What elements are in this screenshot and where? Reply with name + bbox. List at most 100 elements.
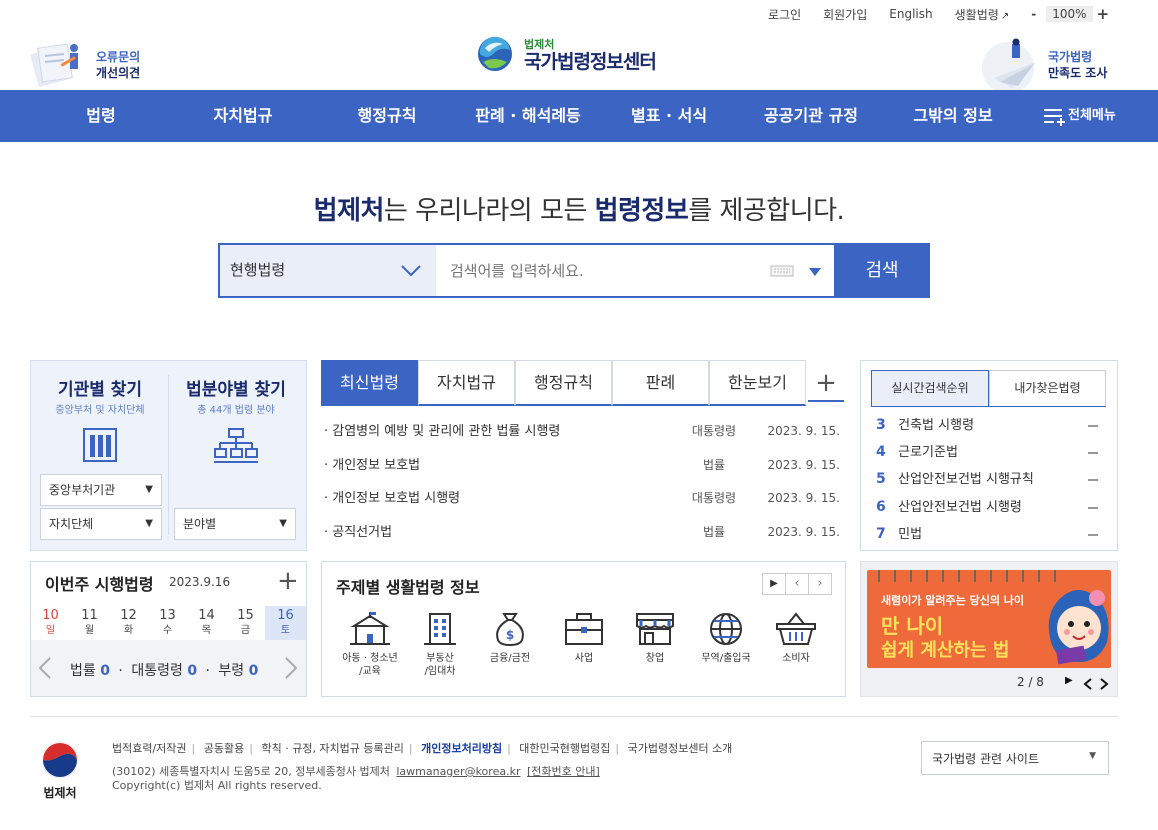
zoom-in-button[interactable]: + <box>1097 5 1110 23</box>
rank-item[interactable]: 3 건축법 시행령 <box>876 412 1098 439</box>
play-icon[interactable]: ▶ <box>763 574 786 594</box>
footer-link-collection[interactable]: 대한민국현행법령집 <box>519 742 610 755</box>
central-agency-select[interactable]: 중앙부처기관 ▼ <box>40 474 162 506</box>
page-headline: 법제처는 우리나라의 모든 법령정보를 제공합니다. <box>0 190 1158 227</box>
banner-line2: 만 나이 <box>881 614 944 638</box>
chevron-left-icon[interactable] <box>38 656 52 680</box>
search-button[interactable]: 검색 <box>834 243 930 298</box>
rank-name: 민법 <box>898 527 923 542</box>
rank-item[interactable]: 6 산업안전보건법 시행령 <box>876 494 1098 521</box>
all-menu-label: 전체메뉴 <box>1068 108 1116 123</box>
external-link-icon: ↗ <box>1000 10 1010 22</box>
law-list-item[interactable]: · 개인정보 보호법 법률 2023. 9. 15. <box>324 449 840 482</box>
rank-item[interactable]: 4 근로기준법 <box>876 439 1098 466</box>
theme-cat-startup[interactable]: 창업 <box>621 612 689 665</box>
tab-latest-law[interactable]: 최신법령 <box>321 360 418 406</box>
footer-link-copyright[interactable]: 법적효력/저작권 <box>112 742 187 755</box>
theme-cat-finance[interactable]: $ 금융/금전 <box>476 612 544 665</box>
join-link[interactable]: 회원가입 <box>823 6 867 23</box>
nav-item-other[interactable]: 그밖의 정보 <box>900 90 1006 142</box>
rank-item[interactable]: 7 민법 <box>876 521 1098 548</box>
logo-title: 국가법령정보센터 <box>524 51 657 73</box>
tab-admin-rule[interactable]: 행정규칙 <box>515 360 612 406</box>
law-kind: 법률 <box>702 458 726 472</box>
law-count[interactable]: 0 <box>100 663 110 679</box>
chevron-right-icon[interactable] <box>1099 678 1109 690</box>
week-day-selected[interactable]: 16 토 <box>265 606 306 640</box>
day-label: 목 <box>201 625 212 636</box>
footer-link-register[interactable]: 학칙 · 규정, 자치법규 등록관리 <box>261 742 403 755</box>
tab-my-laws[interactable]: 내가찾은법령 <box>989 370 1106 407</box>
law-list-item[interactable]: · 공직선거법 법률 2023. 9. 15. <box>324 516 840 549</box>
building-icon <box>83 428 117 462</box>
theme-cat-business[interactable]: 사업 <box>550 612 618 665</box>
chevron-left-icon[interactable]: ‹ <box>786 574 809 594</box>
week-day[interactable]: 11 월 <box>70 606 109 640</box>
finder-panel: 기관별 찾기 중앙부처 및 자치단체 법분야별 찾기 총 44개 법령 분야 중… <box>30 360 307 551</box>
survey-badge[interactable]: 국가법령 만족도 조사 <box>974 38 1124 90</box>
keyboard-icon[interactable] <box>770 265 794 277</box>
law-kind: 대통령령 <box>691 491 737 505</box>
footer-link-privacy[interactable]: 개인정보처리방침 <box>421 742 502 755</box>
all-menu-button[interactable]: 전체메뉴 <box>1040 90 1120 142</box>
chevron-left-icon[interactable] <box>1083 678 1093 690</box>
week-day[interactable]: 13 수 <box>148 606 187 640</box>
life-law-link[interactable]: 생활법령 ↗ <box>955 6 1010 23</box>
related-sites-select[interactable]: 국가법령 관련 사이트 ▼ <box>921 741 1109 775</box>
tab-local-law[interactable]: 자치법규 <box>418 360 515 406</box>
zoom-level: 100% <box>1046 6 1093 22</box>
phone-link[interactable]: [전화번호 안내] <box>527 765 600 778</box>
decree-count[interactable]: 0 <box>187 663 197 679</box>
theme-cat-real-estate[interactable]: 부동산 /임대차 <box>406 612 474 678</box>
week-more-button[interactable]: + <box>277 566 299 596</box>
local-gov-select[interactable]: 자치단체 ▼ <box>40 508 162 540</box>
zoom-out-button[interactable]: - <box>1031 7 1036 21</box>
promo-banner[interactable]: 새렴이가 알려주는 당신의 나이 만 나이 쉽게 계산하는 법 2 / 8 ▶ <box>860 561 1118 697</box>
org-chart-icon <box>214 428 258 463</box>
nav-item-precedent[interactable]: 판례 · 해석례등 <box>466 90 590 142</box>
search-scope-select[interactable]: 현행법령 <box>220 245 436 296</box>
week-day-sun[interactable]: 10 일 <box>31 606 70 640</box>
chevron-right-icon[interactable]: › <box>809 574 831 594</box>
org-finder-title[interactable]: 기관별 찾기 <box>35 375 165 400</box>
feedback-badge[interactable]: 오류문의 개선의견 <box>30 38 150 88</box>
play-icon[interactable]: ▶ <box>1065 675 1073 686</box>
week-day[interactable]: 14 목 <box>187 606 226 640</box>
ordinance-count[interactable]: 0 <box>249 663 259 679</box>
nav-item-local-law[interactable]: 자치법규 <box>190 90 296 142</box>
rank-tab-underline <box>871 406 1106 407</box>
tab-realtime-rank[interactable]: 실시간검색순위 <box>871 370 989 407</box>
law-more-button[interactable]: + <box>808 366 844 402</box>
day-number: 16 <box>277 608 294 623</box>
theme-cat-trade[interactable]: 무역/출입국 <box>692 612 760 665</box>
english-link[interactable]: English <box>889 7 932 21</box>
search-input[interactable] <box>450 245 770 296</box>
caret-down-icon: ▼ <box>279 518 287 529</box>
rank-item[interactable]: 5 산업안전보건법 시행규칙 <box>876 466 1098 493</box>
nav-item-admin-rule[interactable]: 행정규칙 <box>334 90 440 142</box>
chevron-right-icon[interactable] <box>284 656 298 680</box>
caret-down-icon[interactable] <box>808 267 822 277</box>
footer-link-about[interactable]: 국가법령정보센터 소개 <box>628 742 733 755</box>
footer-link-shared[interactable]: 공동활용 <box>204 742 244 755</box>
nav-item-public-rule[interactable]: 공공기관 규정 <box>754 90 868 142</box>
nav-item-form[interactable]: 별표 · 서식 <box>618 90 720 142</box>
store-icon <box>636 613 674 645</box>
law-title: · 개인정보 보호법 시행령 <box>324 491 461 506</box>
law-list-item[interactable]: · 개인정보 보호법 시행령 대통령령 2023. 9. 15. <box>324 482 840 515</box>
week-day[interactable]: 15 금 <box>226 606 265 640</box>
site-logo[interactable]: 법제처 국가법령정보센터 <box>477 34 677 74</box>
email-link[interactable]: lawmanager@korea.kr <box>396 765 520 778</box>
nav-item-law[interactable]: 법령 <box>50 90 152 142</box>
tab-overview[interactable]: 한눈보기 <box>709 360 806 406</box>
week-day[interactable]: 12 화 <box>109 606 148 640</box>
theme-cat-consumer[interactable]: 소비자 <box>762 612 830 665</box>
central-agency-value: 중앙부처기관 <box>49 483 116 497</box>
login-link[interactable]: 로그인 <box>768 6 801 23</box>
law-list-item[interactable]: · 감염병의 예방 및 관리에 관한 법률 시행령 대통령령 2023. 9. … <box>324 415 840 448</box>
field-select[interactable]: 분야별 ▼ <box>174 508 296 540</box>
theme-cat-youth[interactable]: 아동 · 청소년 /교육 <box>336 612 404 678</box>
field-finder-title[interactable]: 법분야별 찾기 <box>171 375 301 400</box>
tab-precedent[interactable]: 판례 <box>612 360 709 406</box>
logo-emblem-icon <box>478 36 512 71</box>
